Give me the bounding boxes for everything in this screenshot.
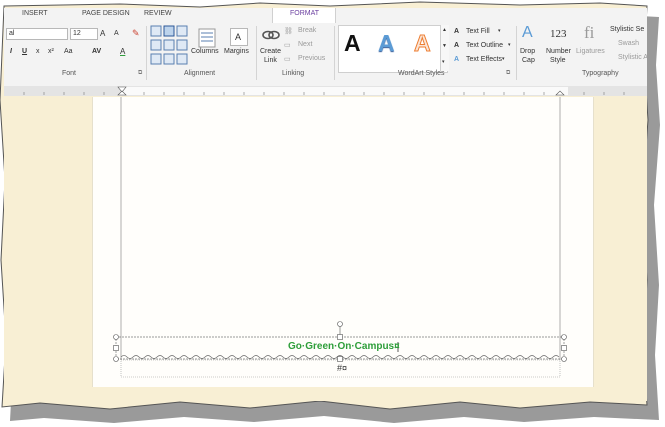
resize-handle [561, 334, 567, 340]
resize-handle [113, 356, 119, 362]
page-guides [113, 97, 567, 378]
resize-handle [337, 356, 343, 362]
footer-paragraph-mark: #¤ [337, 363, 348, 373]
wordart-text[interactable]: Go·Green·On·Campus¤ [288, 341, 400, 352]
rotation-handle [337, 321, 343, 327]
resize-handle [561, 356, 567, 362]
resize-handle [113, 345, 119, 351]
resize-handle [561, 345, 567, 351]
resize-handle [113, 334, 119, 340]
resize-handle [337, 334, 343, 340]
